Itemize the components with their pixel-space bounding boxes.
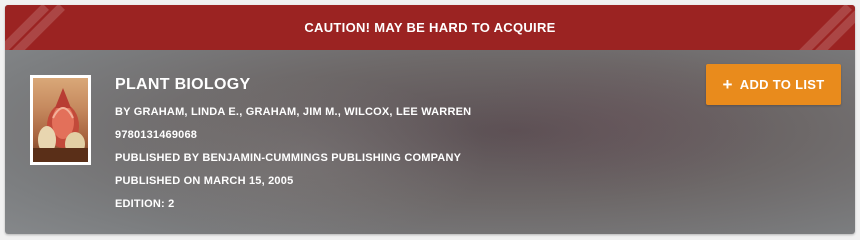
plus-icon: +	[722, 75, 733, 94]
book-authors: BY GRAHAM, LINDA E., GRAHAM, JIM M., WIL…	[115, 106, 472, 118]
plant-illustration-icon	[33, 88, 88, 162]
book-card: CAUTION! MAY BE HARD TO ACQUIRE PLANT BI…	[5, 5, 855, 234]
book-title[interactable]: PLANT BIOLOGY	[115, 76, 471, 94]
book-publisher: PUBLISHED BY BENJAMIN-CUMMINGS PUBLISHIN…	[115, 152, 462, 164]
add-to-list-label: ADD TO LIST	[739, 77, 825, 92]
caution-banner: CAUTION! MAY BE HARD TO ACQUIRE	[5, 5, 855, 50]
caution-text: CAUTION! MAY BE HARD TO ACQUIRE	[304, 20, 556, 35]
book-info: PLANT BIOLOGY BY GRAHAM, LINDA E., GRAHA…	[115, 76, 471, 222]
book-edition: EDITION: 2	[115, 198, 175, 210]
book-isbn: 9780131469068	[115, 129, 198, 141]
cover-image	[33, 78, 88, 162]
book-cover[interactable]	[30, 75, 91, 165]
add-to-list-button[interactable]: + ADD TO LIST	[706, 64, 841, 105]
book-published-date: PUBLISHED ON MARCH 15, 2005	[115, 175, 294, 187]
